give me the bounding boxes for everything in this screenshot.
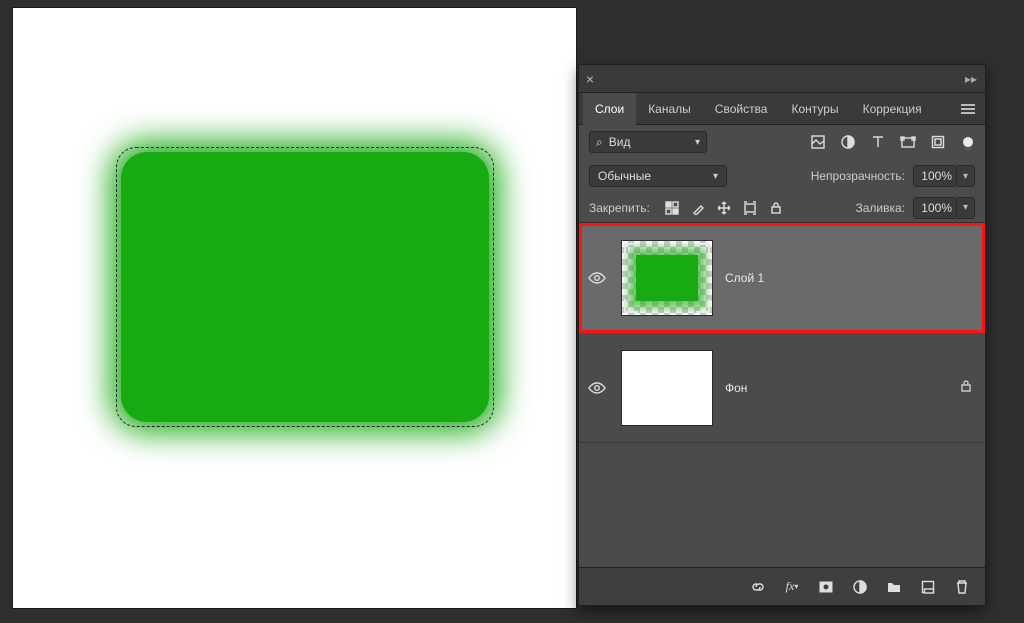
filter-row: ⌕ Вид ▾: [579, 125, 985, 159]
lock-label: Закрепить:: [589, 201, 650, 215]
chevron-down-icon: ▾: [695, 137, 700, 148]
layer-thumbnail[interactable]: [621, 350, 713, 426]
lock-pixels-icon[interactable]: [688, 199, 708, 217]
tab-channels[interactable]: Каналы: [636, 93, 703, 125]
filter-type-icon[interactable]: [867, 132, 889, 152]
layer-list: Слой 1 Фон: [579, 223, 985, 567]
blend-mode-dropdown[interactable]: Обычные ▾: [589, 165, 727, 187]
filter-toggle[interactable]: [963, 137, 973, 147]
collapse-icon[interactable]: ▸▸: [957, 72, 985, 86]
layers-panel: × ▸▸ Слои Каналы Свойства Контуры Коррек…: [578, 64, 986, 606]
fill-input[interactable]: 100%: [913, 197, 957, 219]
panel-tabs: Слои Каналы Свойства Контуры Коррекция: [579, 93, 985, 125]
visibility-eye-icon[interactable]: [585, 379, 609, 397]
new-adjustment-icon[interactable]: [849, 577, 871, 597]
layer-thumbnail[interactable]: [621, 240, 713, 316]
filter-label: Вид: [609, 135, 631, 149]
document-canvas[interactable]: [13, 8, 576, 608]
layer-filter-dropdown[interactable]: ⌕ Вид ▾: [589, 131, 707, 153]
lock-artboard-icon[interactable]: [740, 199, 760, 217]
lock-transparency-icon[interactable]: [662, 199, 682, 217]
visibility-eye-icon[interactable]: [585, 269, 609, 287]
opacity-input[interactable]: 100%: [913, 165, 957, 187]
layer-name[interactable]: Слой 1: [725, 271, 764, 285]
panel-menu-icon[interactable]: [957, 101, 979, 117]
lock-all-icon[interactable]: [766, 199, 786, 217]
delete-layer-icon[interactable]: [951, 577, 973, 597]
layer-style-icon[interactable]: fx▾: [781, 577, 803, 597]
lock-position-icon[interactable]: [714, 199, 734, 217]
fill-stepper[interactable]: ▾: [957, 197, 975, 219]
filter-smart-icon[interactable]: [927, 132, 949, 152]
link-layers-icon[interactable]: [747, 577, 769, 597]
new-layer-icon[interactable]: [917, 577, 939, 597]
fill-label: Заливка:: [855, 201, 905, 215]
panel-header: × ▸▸: [579, 65, 985, 93]
new-group-icon[interactable]: [883, 577, 905, 597]
layer-row[interactable]: Слой 1: [579, 223, 985, 333]
filter-pixel-icon[interactable]: [807, 132, 829, 152]
blend-row: Обычные ▾ Непрозрачность: 100% ▾: [579, 159, 985, 193]
lock-row: Закрепить: Заливка: 100% ▾: [579, 193, 985, 223]
opacity-stepper[interactable]: ▾: [957, 165, 975, 187]
panel-footer: fx▾: [579, 567, 985, 605]
blend-mode-value: Обычные: [598, 169, 651, 183]
tab-properties[interactable]: Свойства: [703, 93, 780, 125]
filter-shape-icon[interactable]: [897, 132, 919, 152]
filter-adjust-icon[interactable]: [837, 132, 859, 152]
add-mask-icon[interactable]: [815, 577, 837, 597]
selection-marquee: [116, 147, 494, 427]
layer-name[interactable]: Фон: [725, 381, 747, 395]
search-icon: ⌕: [596, 135, 603, 150]
tab-paths[interactable]: Контуры: [779, 93, 850, 125]
chevron-down-icon: ▾: [713, 171, 718, 182]
tab-layers[interactable]: Слои: [583, 93, 636, 125]
lock-icon[interactable]: [959, 379, 973, 396]
layer-row[interactable]: Фон: [579, 333, 985, 443]
opacity-label: Непрозрачность:: [811, 169, 905, 183]
tab-adjust[interactable]: Коррекция: [851, 93, 934, 125]
close-icon[interactable]: ×: [579, 72, 601, 86]
